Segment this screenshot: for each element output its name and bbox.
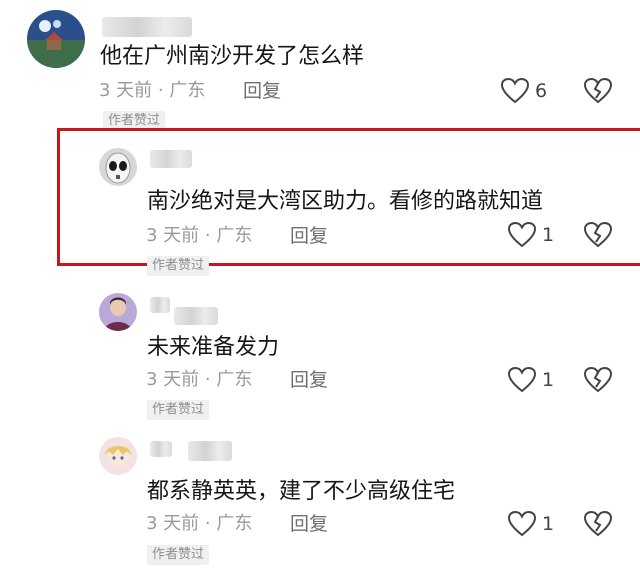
like-button[interactable]: 1 (508, 511, 554, 537)
comment-text: 未来准备发力 (147, 335, 280, 360)
dislike-button[interactable] (583, 510, 613, 541)
comment-meta: 3 天前 · 广东 (146, 513, 253, 534)
heart-outline-icon (501, 78, 529, 104)
username-blurred[interactable] (150, 441, 172, 457)
anime-avatar-icon (99, 437, 137, 475)
heart-outline-icon (508, 367, 536, 393)
username-blurred[interactable] (150, 297, 170, 313)
avatar[interactable] (99, 148, 137, 186)
username-blurred[interactable] (102, 17, 192, 37)
like-button[interactable]: 1 (508, 222, 554, 248)
like-button[interactable]: 1 (508, 367, 554, 393)
broken-heart-icon (583, 510, 613, 537)
avatar[interactable] (99, 437, 137, 475)
broken-heart-icon (583, 366, 613, 393)
landscape-avatar-icon (27, 10, 85, 68)
author-liked-badge: 作者赞过 (147, 400, 210, 420)
comment-meta: 3 天前 · 广东 (99, 80, 206, 101)
like-button[interactable]: 6 (501, 78, 547, 104)
comment-meta: 3 天前 · 广东 (146, 369, 253, 390)
avatar[interactable] (27, 10, 85, 68)
like-count: 6 (535, 80, 548, 102)
username-blurred[interactable] (150, 150, 192, 168)
mask-avatar-icon (99, 148, 137, 186)
author-liked-badge: 作者赞过 (147, 256, 210, 276)
reply-button[interactable]: 回复 (290, 369, 328, 391)
username-blurred[interactable] (174, 307, 218, 325)
comment-text: 南沙绝对是大湾区助力。看修的路就知道 (147, 189, 544, 214)
comment-text: 他在广州南沙开发了怎么样 (100, 44, 365, 69)
username-blurred[interactable] (188, 441, 232, 461)
heart-outline-icon (508, 511, 536, 537)
dislike-button[interactable] (583, 366, 613, 397)
person-avatar-icon (99, 293, 137, 331)
broken-heart-icon (583, 77, 613, 104)
heart-outline-icon (508, 222, 536, 248)
like-count: 1 (542, 513, 555, 535)
comment-text: 都系静英英，建了不少高级住宅 (147, 479, 456, 504)
reply-button[interactable]: 回复 (290, 225, 328, 247)
author-liked-badge: 作者赞过 (147, 545, 210, 565)
reply-button[interactable]: 回复 (243, 80, 281, 102)
dislike-button[interactable] (583, 77, 613, 108)
avatar[interactable] (99, 293, 137, 331)
dislike-button[interactable] (583, 221, 613, 252)
comment-meta: 3 天前 · 广东 (146, 225, 253, 246)
broken-heart-icon (583, 221, 613, 248)
like-count: 1 (542, 369, 555, 391)
reply-button[interactable]: 回复 (290, 513, 328, 535)
like-count: 1 (542, 224, 555, 246)
